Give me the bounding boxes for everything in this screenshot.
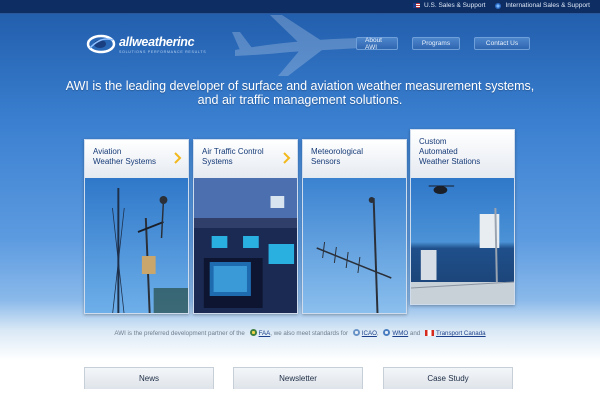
partners-line: AWI is the preferred development partner…	[0, 329, 600, 337]
card-aviation-weather[interactable]: Aviation Weather Systems	[84, 139, 189, 314]
card-header: Aviation Weather Systems	[85, 140, 188, 178]
partners-comma: ,	[376, 330, 379, 337]
card-header: Custom Automated Weather Stations	[411, 130, 514, 178]
card-title-line: Automated	[419, 147, 458, 156]
custom-weather-stations-image	[411, 178, 514, 304]
aviation-weather-image	[85, 178, 188, 313]
wmo-emblem-icon	[383, 329, 391, 336]
main-nav: About AWI Programs Contact Us	[356, 37, 530, 51]
card-title-line: Custom	[419, 137, 447, 146]
card-title-line: Air Traffic Control	[202, 147, 264, 156]
us-sales-link[interactable]: U.S. Sales & Support	[413, 2, 485, 9]
partners-and: and	[409, 330, 421, 337]
nav-about-button[interactable]: About AWI	[356, 37, 398, 51]
faa-seal-icon	[249, 329, 257, 336]
chevron-right-icon	[174, 152, 182, 164]
card-title-line: Weather Systems	[93, 157, 156, 166]
chevron-right-icon	[283, 152, 291, 164]
international-sales-label: International Sales & Support	[505, 2, 590, 9]
nav-contact-button[interactable]: Contact Us	[474, 37, 530, 50]
transport-canada-link[interactable]: Transport Canada	[436, 330, 486, 337]
international-sales-link[interactable]: International Sales & Support	[495, 2, 590, 9]
card-header: Air Traffic Control Systems	[194, 140, 297, 178]
card-meteorological-sensors[interactable]: Meteorological Sensors	[302, 139, 407, 314]
wmo-link[interactable]: WMO	[392, 330, 408, 337]
tab-news[interactable]: News	[84, 367, 214, 389]
meteorological-sensors-image	[303, 178, 406, 313]
card-title-line: Weather Stations	[419, 157, 481, 166]
nav-programs-button[interactable]: Programs	[412, 37, 460, 50]
us-sales-label: U.S. Sales & Support	[424, 2, 486, 9]
icao-link[interactable]: ICAO	[362, 330, 377, 337]
card-title-line: Systems	[202, 157, 233, 166]
logo-swirl-icon	[86, 34, 116, 54]
card-title-line: Meteorological	[311, 147, 364, 156]
partners-middle: , we also meet standards for	[270, 330, 349, 337]
card-custom-weather-stations[interactable]: Custom Automated Weather Stations	[410, 129, 515, 305]
faa-link[interactable]: FAA	[259, 330, 271, 337]
icao-emblem-icon	[352, 329, 360, 336]
logo-name: allweatherinc	[119, 34, 195, 49]
headline: AWI is the leading developer of surface …	[65, 79, 535, 107]
canada-flag-icon	[424, 330, 434, 336]
card-title-line: Aviation	[93, 147, 122, 156]
logo[interactable]: allweatherinc SOLUTIONS PERFORMANCE RESU…	[86, 34, 206, 54]
globe-icon	[495, 2, 502, 9]
card-title-line: Sensors	[311, 157, 341, 166]
us-flag-icon	[413, 3, 421, 8]
tab-case-study[interactable]: Case Study	[383, 367, 513, 389]
card-header: Meteorological Sensors	[303, 140, 406, 178]
logo-tagline: SOLUTIONS PERFORMANCE RESULTS	[119, 49, 207, 54]
top-links: U.S. Sales & Support International Sales…	[413, 2, 590, 9]
air-traffic-control-image	[194, 178, 297, 313]
card-air-traffic-control[interactable]: Air Traffic Control Systems	[193, 139, 298, 314]
tab-newsletter[interactable]: Newsletter	[233, 367, 363, 389]
partners-prefix: AWI is the preferred development partner…	[114, 330, 245, 337]
